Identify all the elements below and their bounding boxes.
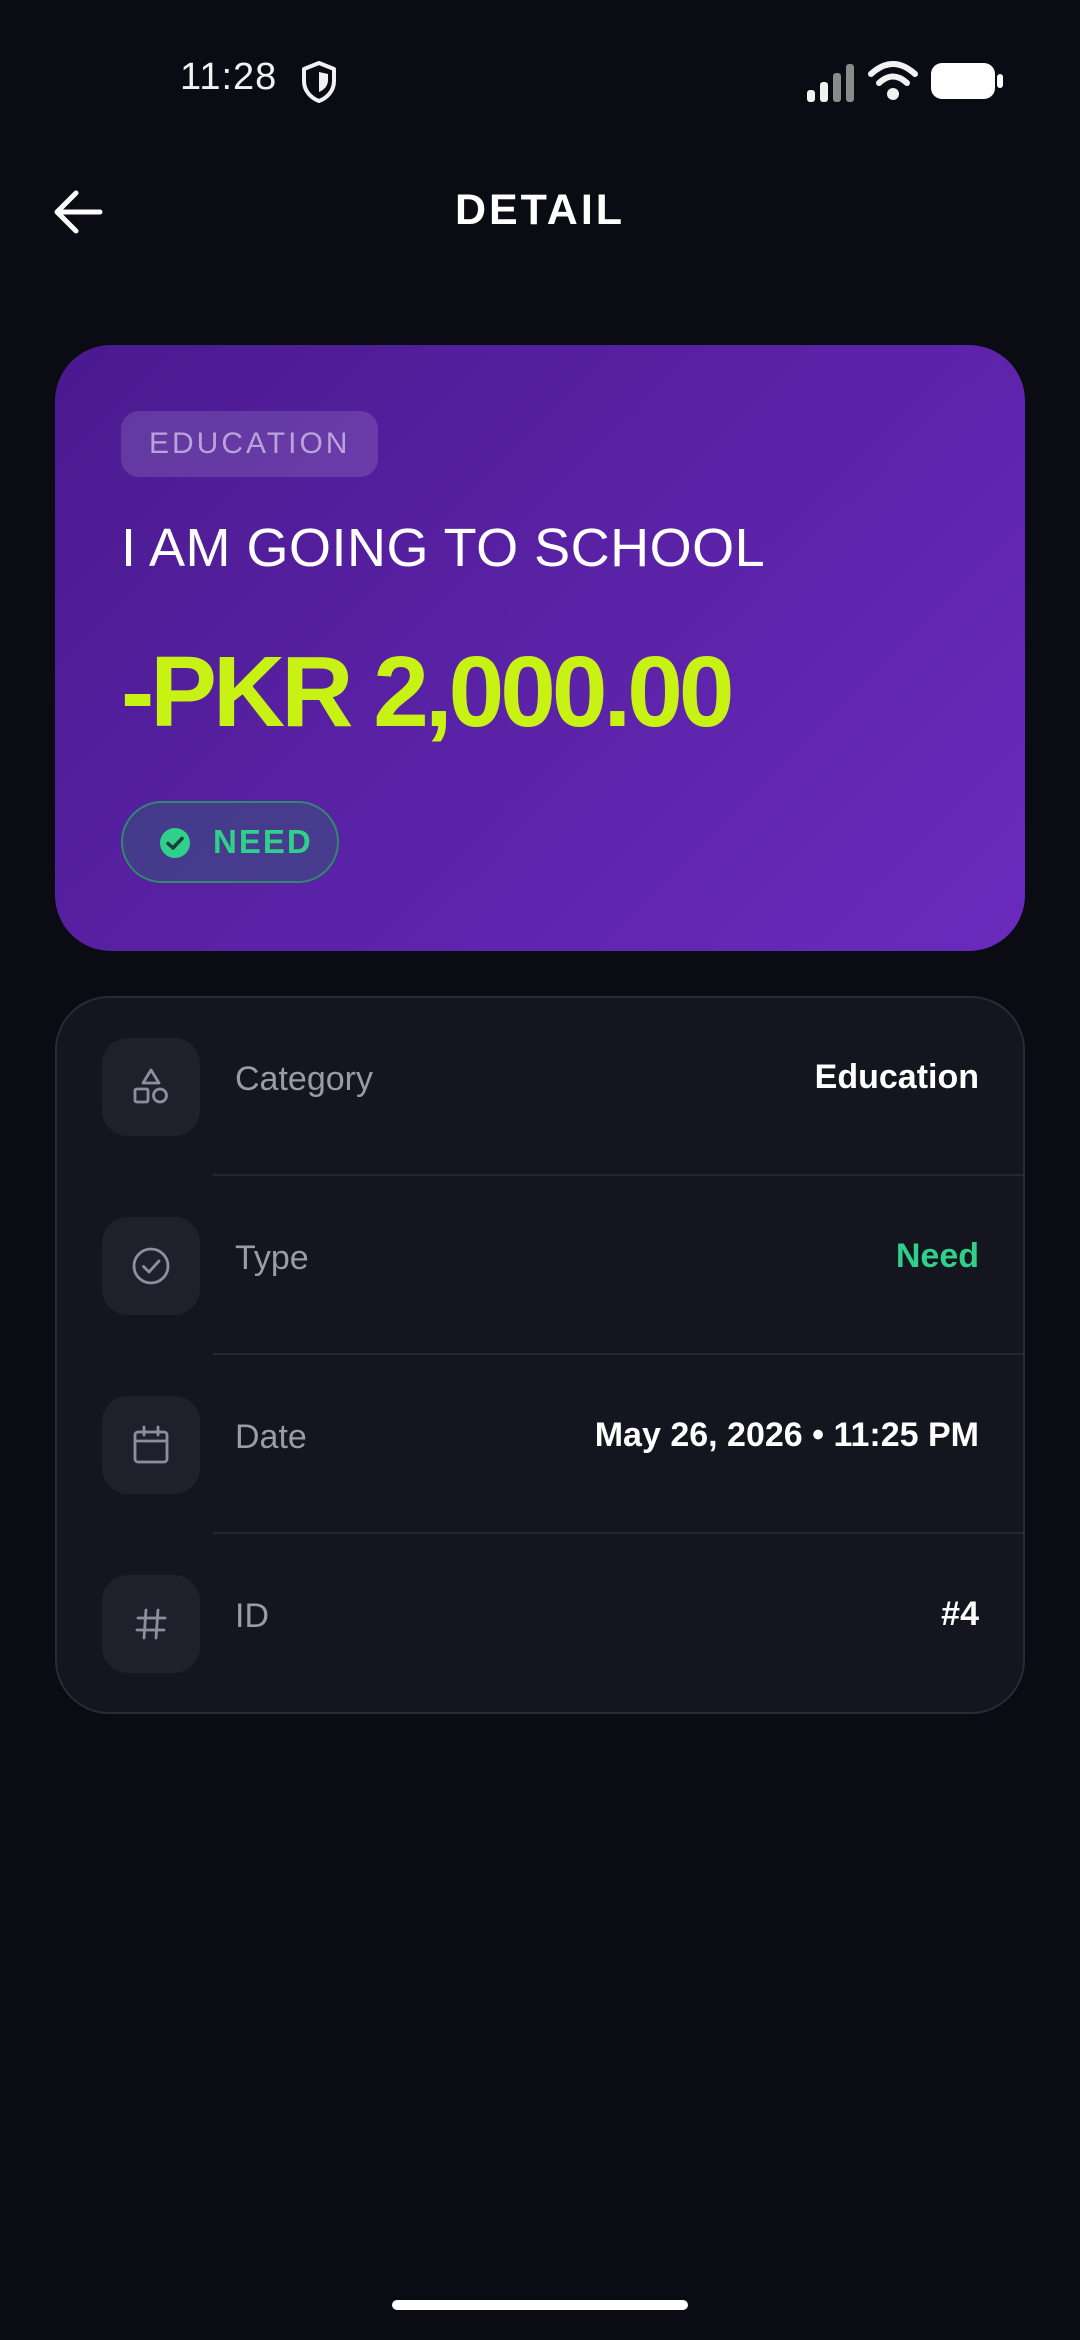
detail-row-type: Type Need [57,1177,1023,1355]
type-badge: NEED [121,801,339,883]
row-label: ID [235,1597,269,1635]
row-label: Category [235,1060,373,1098]
calendar-icon [133,1425,169,1464]
status-bar: 11:28 [0,0,1080,160]
wifi-icon [868,61,918,100]
detail-row-id: ID #4 [57,1535,1023,1712]
row-value: Education [814,1058,979,1096]
home-indicator[interactable] [392,2300,688,2310]
shapes-icon [133,1068,168,1104]
row-value: #4 [941,1595,979,1633]
detail-row-category: Category Education [57,998,1023,1176]
details-card: Category Education Type Need Date May 26… [55,996,1025,1714]
divider [213,1174,1023,1176]
row-value: Need [895,1237,979,1275]
row-icon-box [102,1396,200,1494]
battery-icon [931,63,1003,99]
status-time: 11:28 [180,56,278,98]
shield-icon [302,61,336,103]
category-tag: EDUCATION [121,411,379,477]
divider [213,1532,1023,1534]
check-circle-icon [160,828,190,858]
row-value: May 26, 2026 • 11:25 PM [594,1416,979,1454]
row-icon-box [102,1038,200,1136]
divider [213,1353,1023,1355]
check-circle-icon [132,1247,170,1285]
transaction-amount: -PKR 2,000.00 [121,636,734,748]
type-badge-label: NEED [213,823,313,860]
row-label: Date [235,1418,307,1456]
row-label: Type [235,1239,309,1277]
hash-icon [135,1608,167,1640]
detail-row-date: Date May 26, 2026 • 11:25 PM [57,1356,1023,1534]
transaction-hero-card: EDUCATION I AM GOING TO SCHOOL -PKR 2,00… [55,345,1025,951]
transaction-title: I AM GOING TO SCHOOL [121,518,766,578]
page-title: DETAIL [454,186,626,234]
row-icon-box [102,1575,200,1673]
row-icon-box [102,1217,200,1315]
signal-icon [807,64,854,102]
